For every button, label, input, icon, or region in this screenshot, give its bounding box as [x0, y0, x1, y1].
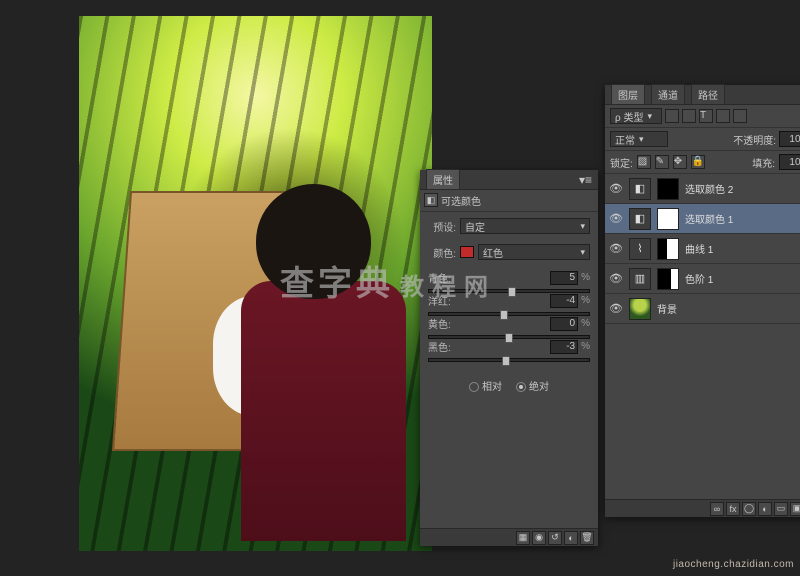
adjustment-icon: ◧: [424, 193, 438, 207]
dress-shape: [241, 281, 406, 541]
slider-knob[interactable]: [502, 356, 510, 366]
layer-name[interactable]: 曲线 1: [685, 241, 713, 256]
properties-tab[interactable]: 属性: [426, 169, 460, 190]
fill-field[interactable]: 100%: [779, 154, 800, 170]
layer-filter-kind[interactable]: ρ 类型: [610, 108, 662, 124]
watermark-url: jiaocheng.chazidian.com: [673, 559, 794, 570]
visibility-toggle[interactable]: 👁: [609, 182, 623, 196]
visibility-toggle[interactable]: 👁: [609, 212, 623, 226]
properties-footer: ▦ ◉ ↺ ◐ 🗑: [420, 528, 598, 546]
visibility-toggle[interactable]: 👁: [609, 242, 623, 256]
lock-position-icon[interactable]: ✥: [673, 155, 687, 169]
slider-unit: %: [581, 272, 590, 283]
filter-adjust-icon[interactable]: [682, 109, 696, 123]
slider-track[interactable]: [428, 312, 590, 316]
link-layers-icon[interactable]: ∞: [710, 502, 724, 516]
layer-row[interactable]: 👁背景🔒: [605, 294, 800, 324]
new-group-icon[interactable]: ▭: [774, 502, 788, 516]
slider-label: 黑色:: [428, 339, 451, 354]
slider-label: 黄色:: [428, 316, 451, 331]
tab-layers[interactable]: 图层: [611, 84, 645, 105]
layer-name[interactable]: 选取颜色 1: [685, 211, 733, 226]
method-absolute[interactable]: 绝对: [516, 378, 549, 393]
layer-style-icon[interactable]: fx: [726, 502, 740, 516]
slider-value[interactable]: 5: [550, 271, 578, 285]
filter-pixel-icon[interactable]: [665, 109, 679, 123]
lock-pixels-icon[interactable]: ✎: [655, 155, 669, 169]
slider-knob[interactable]: [508, 287, 516, 297]
opacity-field[interactable]: 100%: [779, 131, 800, 147]
visibility-toggle[interactable]: 👁: [609, 272, 623, 286]
layer-row[interactable]: 👁 ▥ 色阶 1: [605, 264, 800, 294]
slider-unit: %: [581, 318, 590, 329]
delete-adjustment-icon[interactable]: 🗑: [580, 531, 594, 545]
layer-name[interactable]: 色阶 1: [685, 271, 713, 286]
slider-unit: %: [581, 341, 590, 352]
preset-label: 预设:: [428, 219, 456, 234]
adjustment-layer-icon: ⌇: [629, 238, 651, 260]
tab-channels[interactable]: 通道: [651, 84, 685, 105]
layer-thumbnail: [629, 298, 651, 320]
layer-mask-icon[interactable]: ◯: [742, 502, 756, 516]
panel-menu-icon[interactable]: ▾≡: [579, 173, 592, 187]
layers-panel-header[interactable]: 图层 通道 路径 ▾≡: [605, 85, 800, 105]
properties-panel-header[interactable]: 属性 ▾≡: [420, 170, 598, 190]
adjustment-layer-icon: ◧: [629, 178, 651, 200]
properties-panel: 属性 ▾≡ ◧ 可选颜色 预设: 自定 颜色: 红色 青色:5%洋红:-4%黄色…: [420, 170, 598, 546]
layer-mask-thumbnail[interactable]: [657, 238, 679, 260]
slider-2: 黄色: 0%: [428, 316, 590, 339]
filter-text-icon[interactable]: T: [699, 109, 713, 123]
reset-icon[interactable]: ↺: [548, 531, 562, 545]
slider-label: 青色:: [428, 270, 451, 285]
layer-mask-thumbnail[interactable]: [657, 208, 679, 230]
filter-smart-icon[interactable]: [733, 109, 747, 123]
layer-name[interactable]: 背景: [657, 301, 677, 316]
layer-row[interactable]: 👁 ⌇ 曲线 1: [605, 234, 800, 264]
colors-dropdown[interactable]: 红色: [478, 244, 590, 260]
preset-dropdown[interactable]: 自定: [460, 218, 590, 234]
adjustment-layer-icon: ▥: [629, 268, 651, 290]
layer-row[interactable]: 👁 ◧ 选取颜色 1: [605, 204, 800, 234]
method-relative[interactable]: 相对: [469, 378, 502, 393]
method-radio-group: 相对 绝对: [428, 378, 590, 393]
slider-label: 洋红:: [428, 293, 451, 308]
clip-to-layer-icon[interactable]: ▦: [516, 531, 530, 545]
lock-label: 锁定:: [610, 155, 633, 170]
adjustment-title: 可选颜色: [441, 193, 481, 208]
document-canvas[interactable]: [79, 16, 432, 551]
slider-track[interactable]: [428, 335, 590, 339]
layer-mask-thumbnail[interactable]: [657, 268, 679, 290]
colors-label: 颜色:: [428, 245, 456, 260]
fill-label: 填充:: [752, 155, 775, 170]
slider-0: 青色: 5%: [428, 270, 590, 293]
head-shape: [256, 184, 371, 299]
layers-panel: 图层 通道 路径 ▾≡ ρ 类型 T 正常 不透明度: 100% 锁定: ▨ ✎…: [605, 85, 800, 517]
visibility-toggle[interactable]: 👁: [609, 302, 623, 316]
slider-knob[interactable]: [505, 333, 513, 343]
slider-value[interactable]: 0: [550, 317, 578, 331]
slider-knob[interactable]: [500, 310, 508, 320]
lock-transparent-icon[interactable]: ▨: [637, 155, 651, 169]
slider-value[interactable]: -3: [550, 340, 578, 354]
slider-track[interactable]: [428, 289, 590, 293]
blend-mode-dropdown[interactable]: 正常: [610, 131, 668, 147]
filter-shape-icon[interactable]: [716, 109, 730, 123]
new-layer-icon[interactable]: ▣: [790, 502, 800, 516]
slider-value[interactable]: -4: [550, 294, 578, 308]
layers-footer: ∞ fx ◯ ◐ ▭ ▣ 🗑: [605, 499, 800, 517]
layer-row[interactable]: 👁 ◧ 选取颜色 2: [605, 174, 800, 204]
layer-name[interactable]: 选取颜色 2: [685, 181, 733, 196]
layer-list: 👁◧选取颜色 2👁◧选取颜色 1👁⌇曲线 1👁▥色阶 1👁背景🔒: [605, 174, 800, 324]
slider-unit: %: [581, 295, 590, 306]
opacity-label: 不透明度:: [733, 132, 776, 147]
view-previous-icon[interactable]: ◉: [532, 531, 546, 545]
colors-swatch: [460, 246, 474, 258]
lock-all-icon[interactable]: 🔒: [691, 155, 705, 169]
layer-mask-thumbnail[interactable]: [657, 178, 679, 200]
new-adjustment-icon[interactable]: ◐: [758, 502, 772, 516]
adjustment-layer-icon: ◧: [629, 208, 651, 230]
toggle-visibility-icon[interactable]: ◐: [564, 531, 578, 545]
tab-paths[interactable]: 路径: [691, 84, 725, 105]
slider-track[interactable]: [428, 358, 590, 362]
